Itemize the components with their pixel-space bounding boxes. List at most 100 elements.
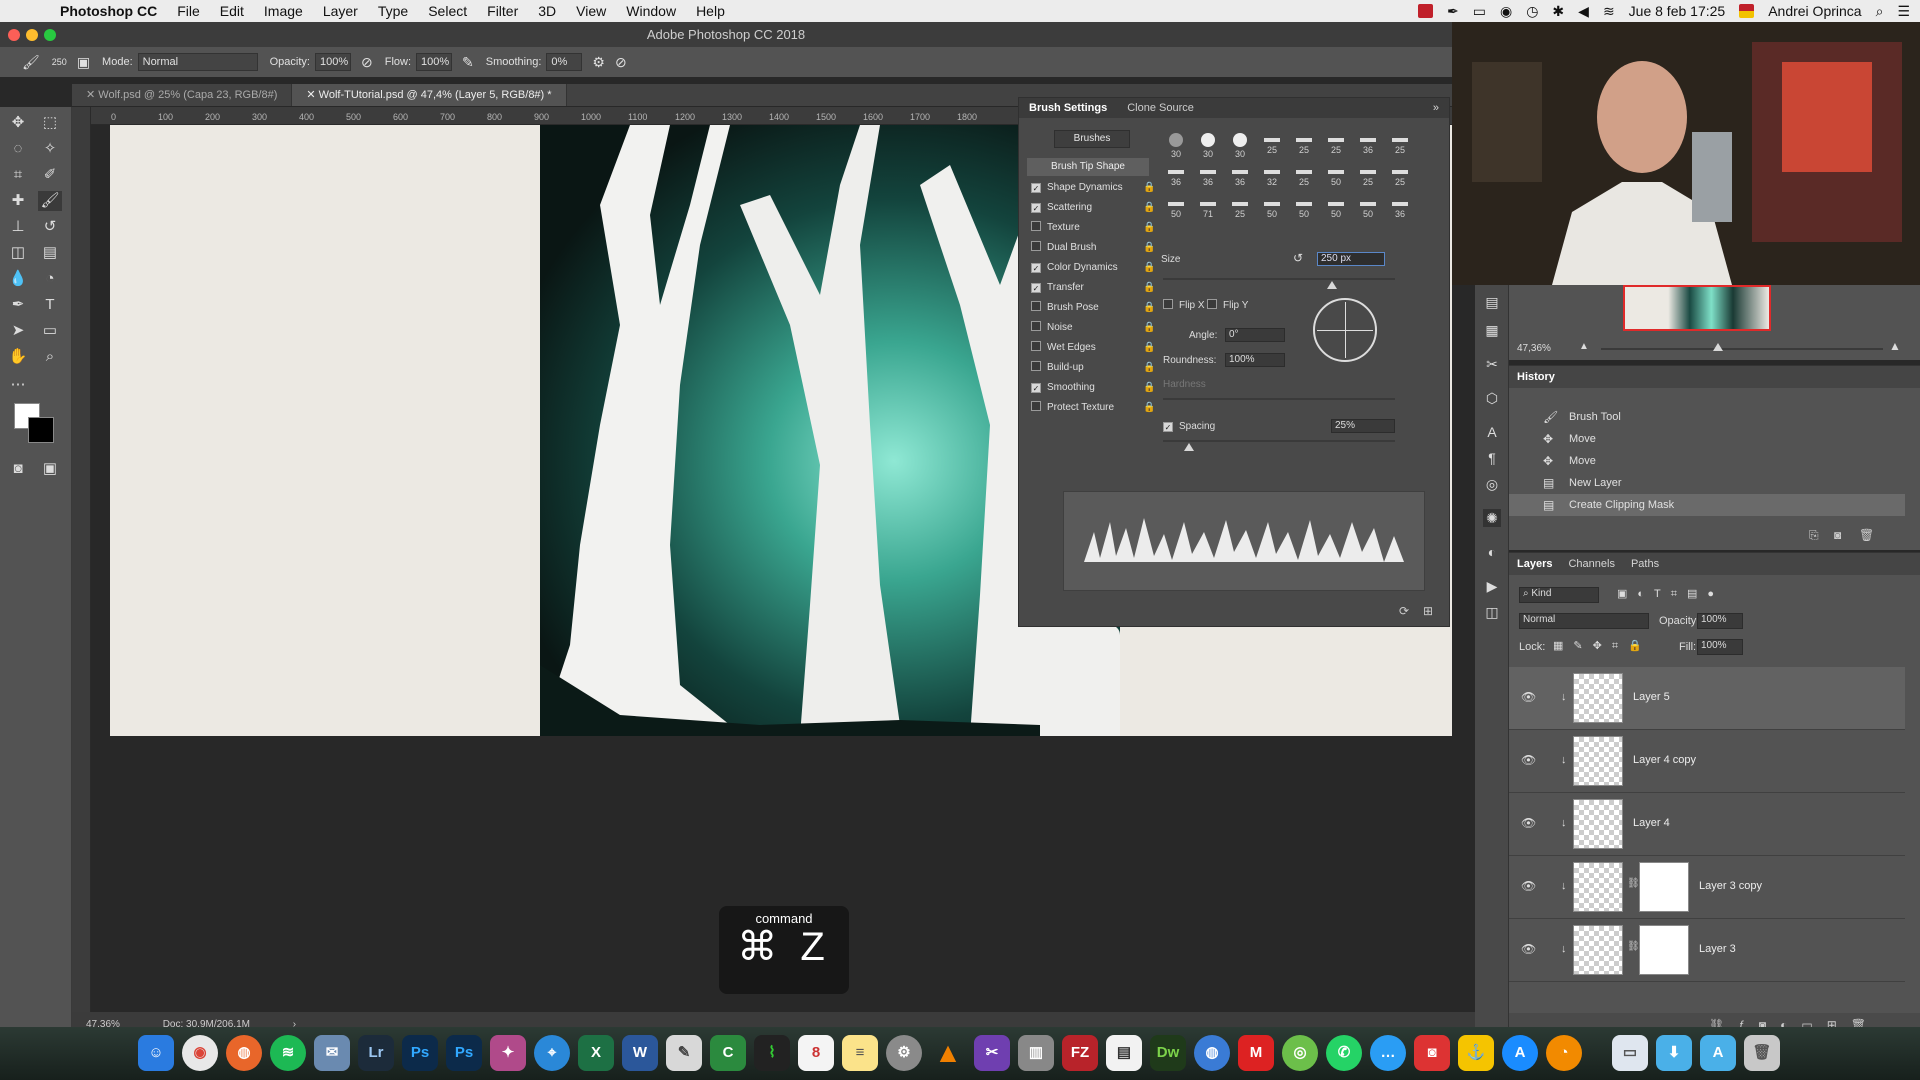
spotify-icon[interactable]: ≋	[270, 1035, 306, 1071]
snapshot-icon[interactable]: ◙	[1834, 528, 1841, 542]
tab-channels[interactable]: Channels	[1568, 558, 1614, 570]
visibility-eye-icon[interactable]: 👁	[1521, 942, 1536, 956]
checkbox[interactable]	[1207, 299, 1217, 309]
history-title[interactable]: History	[1517, 371, 1555, 383]
applications-folder-icon[interactable]: A	[1700, 1035, 1736, 1071]
checkbox[interactable]: ✓	[1031, 283, 1041, 293]
option-texture[interactable]: Texture	[1031, 219, 1141, 237]
tab-brush-settings[interactable]: Brush Settings	[1019, 102, 1117, 114]
bluetooth-icon[interactable]: ✱	[1552, 3, 1564, 20]
excel-icon[interactable]: X	[578, 1035, 614, 1071]
option-transfer[interactable]: ✓ Transfer	[1031, 279, 1141, 297]
adjustments-icon[interactable]: ◫	[1483, 603, 1501, 621]
filezilla-icon[interactable]: FZ	[1062, 1035, 1098, 1071]
lock-icon[interactable]: 🔒	[1143, 302, 1155, 313]
brush-preset[interactable]: 25	[1353, 164, 1383, 194]
calendar-icon[interactable]: 8	[798, 1035, 834, 1071]
background-color-swatch[interactable]	[28, 417, 54, 443]
layer-name[interactable]: Layer 4 copy	[1633, 754, 1696, 766]
minimize-window-icon[interactable]	[26, 29, 38, 41]
trash-icon[interactable]: 🗑	[1744, 1035, 1780, 1071]
zoom-window-icon[interactable]	[44, 29, 56, 41]
display-icon[interactable]: ▭	[1473, 3, 1486, 20]
hand-tool-icon[interactable]: ✋	[6, 347, 30, 367]
size-slider-knob[interactable]	[1327, 281, 1337, 289]
more-tools-icon[interactable]: ⋯	[6, 375, 30, 395]
archive-icon[interactable]: ▥	[1018, 1035, 1054, 1071]
lock-icon[interactable]: 🔒	[1143, 202, 1155, 213]
menu-3d[interactable]: 3D	[528, 0, 566, 22]
layer-opacity-field[interactable]: 100%	[1697, 613, 1743, 629]
option-build-up[interactable]: Build-up	[1031, 359, 1141, 377]
navigator-zoom-slider[interactable]	[1601, 348, 1883, 350]
visibility-eye-icon[interactable]: 👁	[1521, 753, 1536, 767]
layer-name[interactable]: Layer 3 copy	[1699, 880, 1762, 892]
reset-size-icon[interactable]: ↺	[1293, 251, 1303, 265]
lock-icon[interactable]: 🔒	[1143, 402, 1155, 413]
marquee-tool-icon[interactable]: ⬚	[38, 113, 62, 133]
brush-preset[interactable]: 30	[1225, 132, 1255, 162]
lock-icon[interactable]: 🔒	[1143, 282, 1155, 293]
flag-icon[interactable]	[1739, 4, 1755, 18]
document-icon[interactable]: ▤	[1106, 1035, 1142, 1071]
tools-preset-icon[interactable]: ✂	[1483, 355, 1501, 373]
checkbox[interactable]: ✓	[1031, 263, 1041, 273]
safari-icon[interactable]: ⌖	[534, 1035, 570, 1071]
menu-layer[interactable]: Layer	[313, 0, 368, 22]
layer-name[interactable]: Layer 3	[1699, 943, 1736, 955]
history-item[interactable]: 🖌 Brush Tool	[1509, 406, 1905, 428]
photoshop-cc-icon[interactable]: Ps	[446, 1035, 482, 1071]
layer-name[interactable]: Layer 5	[1633, 691, 1670, 703]
history-item[interactable]: ✥ Move	[1509, 450, 1905, 472]
libraries-icon[interactable]: ▤	[1483, 293, 1501, 311]
mode-select[interactable]: Normal	[137, 53, 258, 71]
pressure-size-icon[interactable]: ⊘	[615, 54, 627, 71]
layer-row[interactable]: 👁 ↓ Layer 4	[1509, 793, 1905, 856]
brush-preset[interactable]: 36	[1193, 164, 1223, 194]
brush-preset[interactable]: 25	[1289, 132, 1319, 162]
checkbox[interactable]: ✓	[1163, 422, 1173, 432]
blur-tool-icon[interactable]: 💧	[6, 269, 30, 289]
user-name[interactable]: Andrei Oprinca	[1768, 3, 1861, 19]
path-select-icon[interactable]: ➤	[6, 321, 30, 341]
menu-filter[interactable]: Filter	[477, 0, 528, 22]
pressure-opacity-icon[interactable]: ⊘	[361, 54, 373, 71]
history-brush-icon[interactable]: ↺	[38, 217, 62, 237]
brush-preset[interactable]: 25	[1385, 132, 1415, 162]
checkbox[interactable]: ✓	[1031, 383, 1041, 393]
brush-tool-icon[interactable]: 🖌	[22, 54, 40, 71]
spacing-field[interactable]: 25%	[1331, 419, 1395, 433]
properties-icon[interactable]: ▦	[1483, 321, 1501, 339]
navigator-zoom[interactable]: 47,36%	[1517, 343, 1551, 354]
lock-icon[interactable]: 🔒	[1143, 342, 1155, 353]
link-icon[interactable]: ⛓	[1627, 878, 1640, 889]
option-wet-edges[interactable]: Wet Edges	[1031, 339, 1141, 357]
tab-wolf[interactable]: ✕ Wolf.psd @ 25% (Capa 23, RGB/8#)	[72, 84, 293, 106]
gear-icon[interactable]: ⚙	[592, 54, 605, 71]
mail-bird-icon[interactable]: ✉	[314, 1035, 350, 1071]
brush-tip-shape-item[interactable]: Brush Tip Shape	[1027, 158, 1149, 176]
screen-mode-icon[interactable]: ▣	[38, 459, 62, 479]
option-scattering[interactable]: ✓ Scattering	[1031, 199, 1141, 217]
brush-preset[interactable]: 50	[1289, 196, 1319, 226]
layer-row[interactable]: 👁 ↓ ⛓ Layer 3 copy	[1509, 856, 1905, 919]
lock-icon[interactable]: 🔒	[1143, 242, 1155, 253]
info-icon[interactable]: ◐	[1483, 543, 1501, 561]
toggle-live-tip-icon[interactable]: ⟳	[1399, 604, 1409, 618]
brush-preset[interactable]: 71	[1193, 196, 1223, 226]
option-color-dynamics[interactable]: ✓ Color Dynamics	[1031, 259, 1141, 277]
menu-view[interactable]: View	[566, 0, 616, 22]
lock-icon[interactable]: 🔒	[1143, 182, 1155, 193]
option-dual-brush[interactable]: Dual Brush	[1031, 239, 1141, 257]
rectangle-tool-icon[interactable]: ▭	[38, 321, 62, 341]
brush-preset[interactable]: 50	[1353, 196, 1383, 226]
checkbox[interactable]	[1163, 299, 1173, 309]
lock-options-icons[interactable]: ▦✎✥⌗🔒	[1553, 639, 1652, 653]
brush-preset[interactable]: 50	[1161, 196, 1191, 226]
recording-icon[interactable]	[1418, 4, 1434, 18]
size-field[interactable]: 250 px	[1317, 252, 1385, 266]
option-brush-pose[interactable]: Brush Pose	[1031, 299, 1141, 317]
new-brush-icon[interactable]: ⊞	[1423, 604, 1433, 618]
move-tool-icon[interactable]: ✥	[6, 113, 30, 133]
zoom-in-icon[interactable]: ▲	[1889, 339, 1901, 353]
